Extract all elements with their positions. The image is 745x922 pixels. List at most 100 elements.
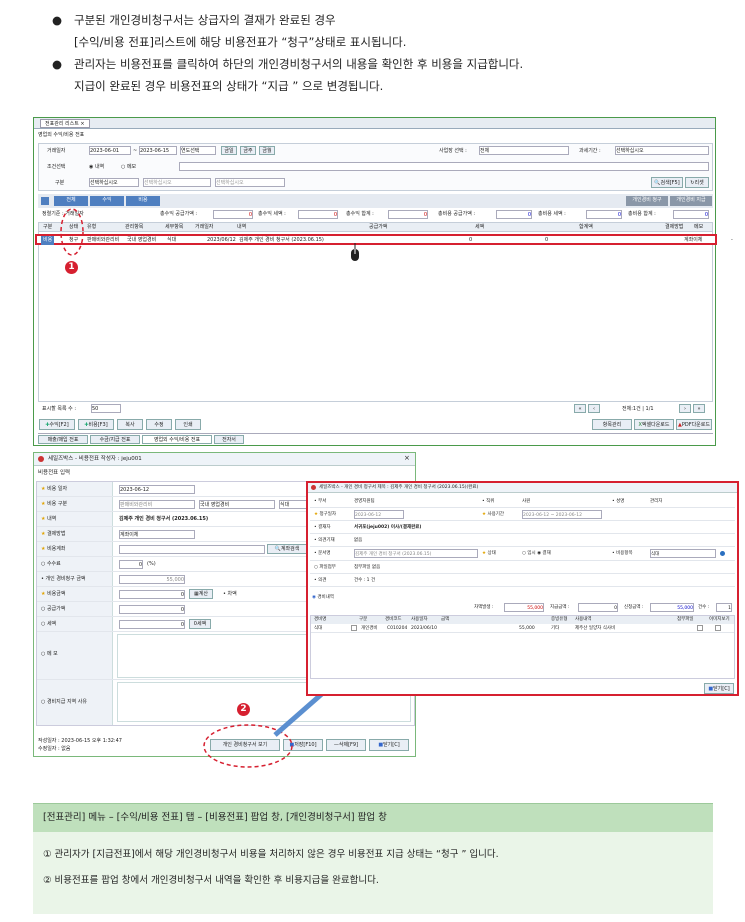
claim-row-4: • 의견기재 없음 — [310, 534, 735, 547]
detail-header: 경비명 구분 경비코드 사용일자 금액 증빙유형 사용내역 첨부파일 이미지보기 — [311, 616, 734, 624]
list-icon: ◉ — [312, 595, 316, 600]
tab-income[interactable]: 수익 — [90, 196, 124, 206]
month-button[interactable]: 금월 — [259, 146, 275, 155]
next-button[interactable]: › — [679, 404, 691, 413]
intro-text: ● 구분된 개인경비청구서는 상급자의 결재가 완료된 경우 [수익/비용 전표]… — [52, 9, 712, 97]
list-window: 전표관리 리스트 × 영업외 수익/비용 전표 거래일자 2023-06-01 … — [33, 117, 733, 446]
prev-button[interactable]: ‹ — [588, 404, 600, 413]
image-icon[interactable] — [715, 625, 721, 631]
division-select-2[interactable]: 선택하십시오 — [143, 178, 211, 187]
close-button[interactable]: ■닫기[C] — [369, 739, 409, 751]
expense-sum-value: 0 — [673, 210, 709, 219]
radio-memo[interactable]: ○ 메모 — [121, 163, 136, 172]
request-total-label: 신청금액 : — [624, 605, 644, 610]
state-radio[interactable]: ○ 임시 ◉ 결재 — [522, 549, 551, 558]
dcol-attach: 첨부파일 — [677, 617, 694, 622]
tab-list[interactable]: 전표관리 리스트 × — [40, 119, 90, 128]
cost-window-subtitle: 비용전표 입력 — [38, 470, 71, 476]
state-label: 상태 — [487, 551, 496, 556]
expense-add-button[interactable]: ✚비용[F3] — [78, 419, 114, 430]
page-info: 전체:1건 | 1/1 — [622, 406, 654, 412]
tab-sales-purchase[interactable]: 매출/매입 전표 — [38, 435, 88, 444]
opinion-value: 없음 — [354, 538, 363, 543]
dcell-date: 2023/06/10 — [411, 626, 437, 631]
cost-date-input[interactable]: 2023-06-12 — [119, 485, 195, 494]
usage-period-input[interactable]: 2023-06-12 ~ 2023-06-12 — [522, 510, 602, 519]
personal-expense-pay-button[interactable]: 개인경비 지급 — [670, 196, 712, 206]
approver-value: 서귀포(jeju002) 이사/(결재완료) — [354, 525, 422, 530]
category-select-1[interactable]: 판매비와관리비 — [119, 500, 195, 509]
pdf-download-button[interactable]: ▲PDF다운로드 — [676, 419, 712, 430]
dcol-name: 경비명 — [314, 617, 327, 622]
claim-close-button[interactable]: ■닫기[C] — [704, 683, 734, 694]
attach-icon[interactable] — [697, 625, 703, 631]
item-manage-button[interactable]: 항목관리 — [592, 419, 632, 430]
personal-expense-request-button[interactable]: 개인경비 청구 — [626, 196, 668, 206]
income-add-button[interactable]: ✚수익[F2] — [39, 419, 75, 430]
cost-amount-input[interactable]: 0 — [119, 590, 185, 599]
prev-page-button[interactable]: « — [574, 404, 586, 413]
expense-item-input[interactable]: 식대 — [650, 549, 716, 558]
description-value[interactable]: 김제주 개인 경비 청구서 (2023.06.15) — [119, 515, 208, 524]
search-button[interactable]: 🔍검색[F5] — [651, 177, 683, 188]
tax-period-select[interactable]: 선택하십시오 — [615, 146, 709, 155]
today-button[interactable]: 금일 — [221, 146, 237, 155]
account-input[interactable] — [119, 545, 265, 554]
copy-button[interactable]: 복사 — [117, 419, 143, 430]
tax-input[interactable]: 0 — [119, 620, 185, 629]
zero-tax-button[interactable]: 0세액 — [189, 619, 211, 629]
reset-button[interactable]: ↻리셋 — [685, 177, 709, 188]
category-select-3[interactable]: 식대 — [279, 500, 309, 509]
tab-nonop-income-expense[interactable]: 영업외 수익/비용 전표 — [142, 435, 212, 444]
category-label: 비용 구분 — [47, 501, 68, 507]
category-select-2[interactable]: 국내 영업경비 — [199, 500, 275, 509]
dcol-code: 경비코드 — [385, 617, 402, 622]
income-tax-value: 0 — [298, 210, 338, 219]
period-select[interactable]: 연도선택 — [180, 146, 216, 155]
supply-input[interactable]: 0 — [119, 605, 185, 614]
tab-all[interactable]: 전체 — [54, 196, 88, 206]
date-to-input[interactable]: 2023-06-15 — [139, 146, 177, 155]
claim-date-input[interactable]: 2023-06-12 — [354, 510, 404, 519]
dcol-proof: 증빙유형 — [551, 617, 568, 622]
intro-bullet-1-line-1: 구분된 개인경비청구서는 상급자의 결재가 완료된 경우 — [74, 13, 336, 27]
week-button[interactable]: 금주 — [240, 146, 256, 155]
lookup-icon[interactable] — [351, 625, 357, 631]
memo-label: 메 모 — [46, 651, 58, 657]
payment-select[interactable]: 계좌이체 — [119, 530, 195, 539]
refresh-square-icon[interactable] — [41, 197, 49, 205]
delete-button[interactable]: —삭제[F9] — [326, 739, 366, 751]
tab-receipt-payment[interactable]: 수금/지급 전표 — [90, 435, 140, 444]
search-input[interactable] — [179, 162, 709, 171]
division-select-1[interactable]: 선택하십시오 — [89, 178, 139, 187]
radio-detail[interactable]: ◉ 내역 — [89, 163, 104, 172]
account-search-button[interactable]: 🔍계좌검색 — [267, 544, 307, 554]
edit-button[interactable]: 수정 — [146, 419, 172, 430]
date-from-input[interactable]: 2023-06-01 — [89, 146, 131, 155]
cell-detail-item: 식대 — [167, 237, 177, 243]
next-page-button[interactable]: » — [693, 404, 705, 413]
list-item[interactable]: 식대 개인경비 C010204 2023/06/10 55,000 기타 제주산… — [311, 624, 734, 633]
fee-input[interactable]: 0 — [119, 560, 143, 569]
request-amount-label: 개인 경비청구 금액 — [45, 576, 86, 582]
doc-name-input[interactable]: 김제주 개인 경비 청구서 (2023.06.15) — [354, 549, 478, 558]
excel-download-button[interactable]: X엑셀다운로드 — [634, 419, 674, 430]
calculate-button[interactable]: ▦계산 — [189, 589, 213, 599]
dcell-proof: 기타 — [551, 626, 560, 631]
info-icon[interactable] — [720, 551, 725, 556]
close-icon[interactable]: × — [404, 454, 410, 463]
callout-ellipse-1 — [60, 208, 84, 256]
summary-bar: 정렬기준 : 거래일자 총수익 공급가액 : 0 총수익 세액 : 0 총수익 … — [38, 210, 713, 220]
print-button[interactable]: 인쇄 — [175, 419, 201, 430]
claim-row-7: • 의견 건수 : 1 건 — [310, 574, 735, 587]
division-select-3[interactable]: 선택하십시오 — [215, 178, 285, 187]
business-select[interactable]: 전체 — [479, 146, 569, 155]
table-row[interactable]: 비용 청구 판매비와관리비 국내 영업경비 식대 2023/06/12 김제주 … — [35, 234, 733, 245]
division-label: 구분 — [55, 180, 65, 186]
expense-claim-window: 세일즈박스 - 개인 경비 청구서 제목 : 김제주 개인 경비 청구서 (20… — [306, 481, 739, 696]
tab-expense[interactable]: 비용 — [126, 196, 160, 206]
expense-tax-value: 0 — [586, 210, 622, 219]
detail-totals: 차액발생 : 55,000 지급금액 : 0 신청금액 : 55,000 건수 … — [310, 603, 735, 613]
rows-select[interactable]: 50 — [91, 404, 121, 413]
tab-electronic[interactable]: 전자서 — [214, 435, 244, 444]
